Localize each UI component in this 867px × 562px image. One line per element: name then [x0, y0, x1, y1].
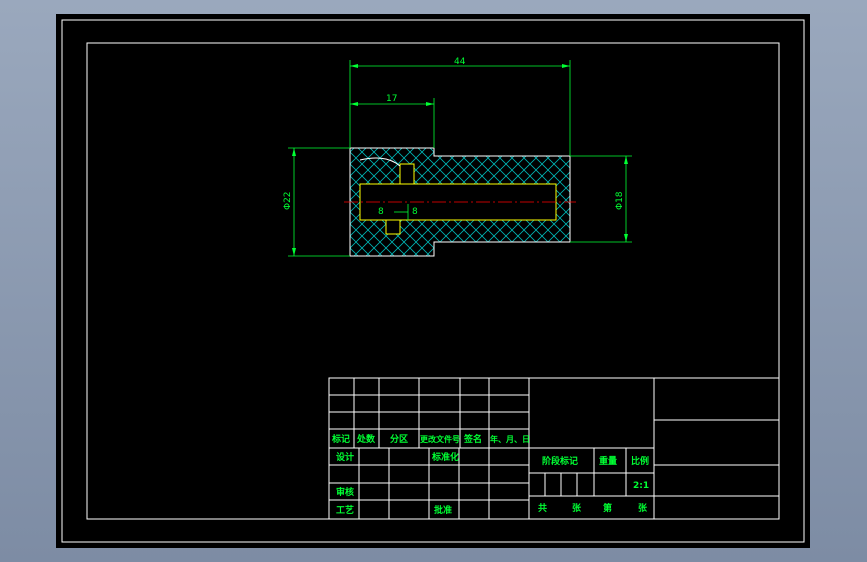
rev-header-2: 分区 [390, 433, 408, 445]
radial-hole-bottom [385, 219, 401, 235]
rev-header-4: 签名 [463, 433, 482, 445]
dim-dia-right: Φ18 [615, 191, 625, 210]
weight-label: 重量 [599, 455, 617, 467]
radial-hole-top [399, 163, 415, 185]
sheets-total: 共 [538, 502, 547, 514]
mark-a-text: 8 [378, 207, 384, 217]
row-approve: 批准 [434, 504, 452, 516]
stage-mark-label: 阶段标记 [542, 455, 578, 467]
scale-label: 比例 [631, 455, 649, 467]
row-design: 设计 [336, 451, 354, 463]
rev-header-5: 年、月、日 [490, 434, 530, 444]
sheet-unit2: 张 [638, 502, 648, 514]
scale-value: 2:1 [633, 481, 649, 491]
cad-drawing-svg: 8 8 44 17 Φ22 Φ18 标记 处数 分区 更改文件号 签名 年、月、… [61, 19, 805, 543]
dim-length-step: 17 [386, 94, 397, 104]
rev-header-0: 标记 [331, 433, 350, 445]
row-process: 工艺 [336, 504, 354, 516]
row-review: 审核 [336, 486, 354, 498]
rev-header-1: 处数 [356, 433, 376, 445]
row-standardize: 标准化 [431, 451, 459, 463]
outer-border [61, 19, 805, 543]
dim-length-total: 44 [454, 57, 466, 67]
part-section-view[interactable]: 8 8 [344, 147, 576, 257]
sheet-unit: 张 [572, 502, 582, 514]
dim-dia-left: Φ22 [283, 191, 293, 210]
drawing-canvas[interactable]: 8 8 44 17 Φ22 Φ18 标记 处数 分区 更改文件号 签名 年、月、… [56, 14, 810, 548]
title-block[interactable] [328, 377, 780, 520]
rev-header-3: 更改文件号 [420, 434, 460, 444]
sheet-no: 第 [603, 502, 612, 514]
mark-b-text: 8 [412, 207, 418, 217]
